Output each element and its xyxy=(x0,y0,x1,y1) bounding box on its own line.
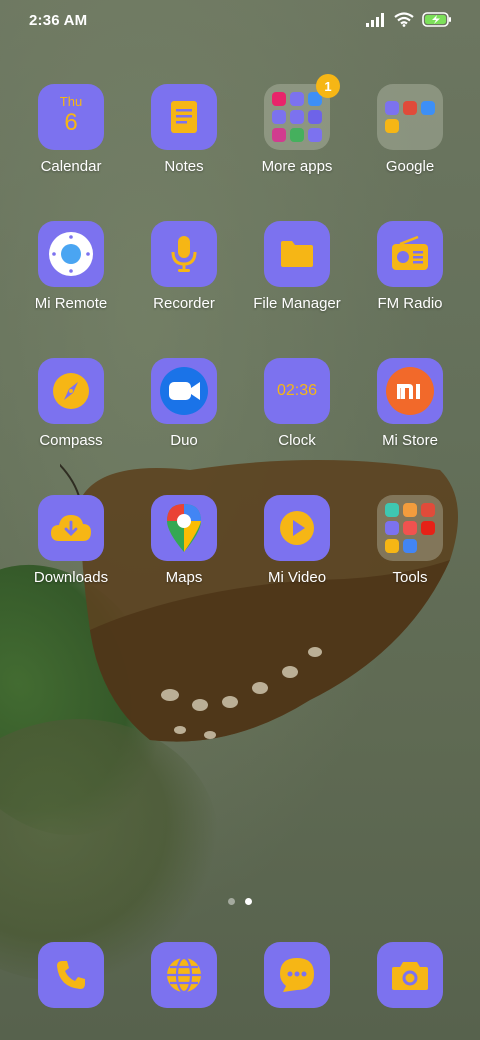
app-downloads[interactable]: Downloads xyxy=(15,495,127,586)
app-mi-remote[interactable]: Mi Remote xyxy=(15,221,127,312)
folder-icon: 1 xyxy=(264,74,340,150)
app-label: Clock xyxy=(278,432,316,449)
map-pin-icon xyxy=(151,495,217,561)
status-bar: 2:36 AM xyxy=(0,0,480,44)
mini-app-icon xyxy=(290,128,304,142)
app-label: Notes xyxy=(164,158,204,175)
signal-icon xyxy=(366,12,384,27)
mini-app-icon xyxy=(290,110,304,124)
microphone-icon xyxy=(151,221,217,287)
messages-icon xyxy=(264,942,330,1008)
mini-app-empty xyxy=(421,119,435,133)
mini-app-icon xyxy=(385,539,399,553)
browser-globe-icon xyxy=(151,942,217,1008)
app-notes[interactable]: Notes xyxy=(128,84,240,175)
folder-tools[interactable]: Tools xyxy=(354,495,466,586)
status-icons xyxy=(366,12,452,27)
notes-icon xyxy=(151,84,217,150)
mini-app-icon xyxy=(385,503,399,517)
mini-app-icon xyxy=(272,92,286,106)
app-label: FM Radio xyxy=(377,295,443,312)
app-calendar[interactable]: Thu 6 Calendar xyxy=(15,84,127,175)
radio-icon xyxy=(377,221,443,287)
battery-charging-icon xyxy=(422,12,451,27)
app-recorder[interactable]: Recorder xyxy=(128,221,240,312)
clock-icon: 02:36 xyxy=(264,358,330,424)
cloud-download-icon xyxy=(38,495,104,561)
camera-icon xyxy=(377,942,443,1008)
phone-icon xyxy=(38,942,104,1008)
page-dot-active[interactable] xyxy=(245,898,252,905)
app-maps[interactable]: Maps xyxy=(128,495,240,586)
app-label: File Manager xyxy=(253,295,341,312)
app-label: Mi Video xyxy=(267,569,327,586)
mini-app-icon xyxy=(403,503,417,517)
app-duo[interactable]: Duo xyxy=(128,358,240,449)
mini-app-icon xyxy=(421,521,435,535)
dock-browser[interactable] xyxy=(128,942,240,1008)
app-label: Tools xyxy=(392,569,428,586)
page-indicator xyxy=(0,898,480,905)
app-label: Mi Remote xyxy=(34,295,108,312)
app-mi-store[interactable]: Mi Store xyxy=(354,358,466,449)
calendar-date: 6 xyxy=(64,109,78,136)
mini-app-icon xyxy=(421,101,435,115)
mi-logo-icon xyxy=(377,358,443,424)
compass-icon xyxy=(38,358,104,424)
play-icon xyxy=(264,495,330,561)
calendar-day: Thu xyxy=(59,94,83,109)
dock-messages[interactable] xyxy=(241,942,353,1008)
app-fm-radio[interactable]: FM Radio xyxy=(354,221,466,312)
app-label: Mi Store xyxy=(382,432,438,449)
app-label: Compass xyxy=(39,432,103,449)
folder-google[interactable]: Google xyxy=(354,84,466,175)
video-camera-icon xyxy=(151,358,217,424)
butterfly-image xyxy=(60,460,458,742)
mini-app-icon xyxy=(272,128,286,142)
mini-app-icon xyxy=(403,539,417,553)
app-compass[interactable]: Compass xyxy=(15,358,127,449)
mini-app-icon xyxy=(421,503,435,517)
wifi-icon xyxy=(394,12,414,27)
calendar-icon: Thu 6 xyxy=(38,84,104,150)
mini-app-icon xyxy=(403,521,417,535)
status-time: 2:36 AM xyxy=(29,12,88,29)
mini-app-empty xyxy=(403,119,417,133)
app-label: Maps xyxy=(165,569,203,586)
mini-app-icon xyxy=(308,128,322,142)
app-clock[interactable]: 02:36 Clock xyxy=(241,358,353,449)
app-label: Calendar xyxy=(40,158,102,175)
page-dot[interactable] xyxy=(228,898,235,905)
mini-app-icon xyxy=(308,110,322,124)
mini-app-empty xyxy=(421,539,435,553)
mini-app-icon xyxy=(403,101,417,115)
app-label: Recorder xyxy=(153,295,215,312)
app-label: Downloads xyxy=(33,569,109,586)
app-file-manager[interactable]: File Manager xyxy=(241,221,353,312)
remote-icon xyxy=(38,221,104,287)
mini-app-icon xyxy=(385,521,399,535)
folder-icon xyxy=(377,84,443,150)
app-mi-video[interactable]: Mi Video xyxy=(241,495,353,586)
notification-badge: 1 xyxy=(316,74,340,98)
mini-app-icon xyxy=(385,101,399,115)
clock-time: 02:36 xyxy=(276,382,318,399)
mini-app-icon xyxy=(272,110,286,124)
folder-icon xyxy=(377,495,443,561)
dock-camera[interactable] xyxy=(354,942,466,1008)
folder-more-apps[interactable]: 1 More apps xyxy=(241,74,353,175)
mini-app-icon xyxy=(385,119,399,133)
app-label: Duo xyxy=(170,432,198,449)
app-label: Google xyxy=(385,158,435,175)
dock-phone[interactable] xyxy=(15,942,127,1008)
app-label: More apps xyxy=(261,158,333,175)
file-folder-icon xyxy=(264,221,330,287)
mini-app-icon xyxy=(290,92,304,106)
